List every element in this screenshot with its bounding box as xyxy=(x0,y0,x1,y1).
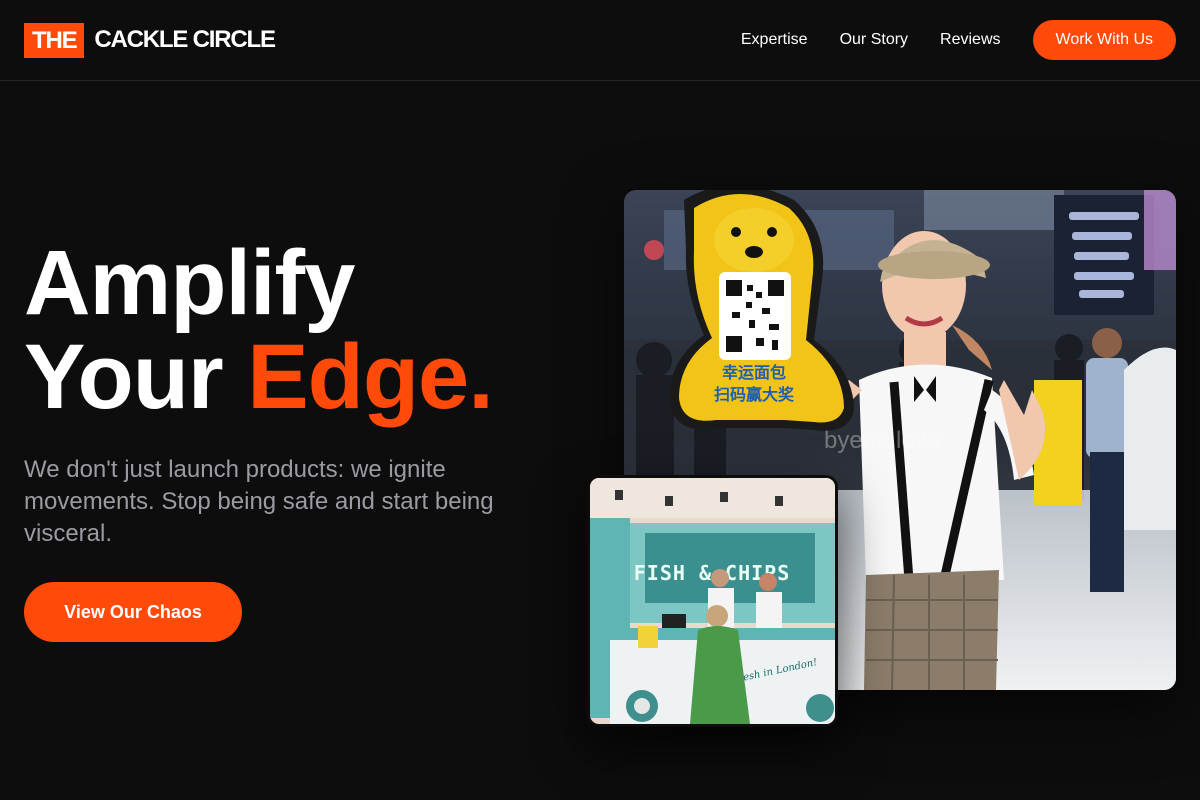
hero-photo-small: FISH & CHIPS Fresh in London! xyxy=(587,475,838,727)
nav-menu: Expertise Our Story Reviews Work With Us xyxy=(741,20,1176,60)
mascot-sign-line-1: 幸运面包 xyxy=(722,363,786,382)
view-our-chaos-button[interactable]: View Our Chaos xyxy=(24,582,242,642)
hero-subtext: We don't just launch products: we ignite… xyxy=(24,456,494,547)
mascot-sign-line-2: 扫码赢大奖 xyxy=(714,385,795,404)
nav-link-our-story[interactable]: Our Story xyxy=(840,31,908,49)
work-with-us-button[interactable]: Work With Us xyxy=(1032,20,1176,60)
headline-line-2a: Your xyxy=(24,326,248,428)
logo-mark: THE xyxy=(24,22,85,58)
headline-line-1: Amplify xyxy=(24,232,355,334)
top-nav: THE CACKLE CIRCLE Expertise Our Story Re… xyxy=(0,0,1200,81)
nav-link-expertise[interactable]: Expertise xyxy=(741,31,808,49)
headline-accent: Edge. xyxy=(247,326,493,428)
photo-watermark: byena.love xyxy=(824,427,940,454)
logo-text: CACKLE CIRCLE xyxy=(94,26,276,53)
hero-headline: Amplify Your Edge. xyxy=(24,236,494,424)
logo[interactable]: THE CACKLE CIRCLE xyxy=(24,22,276,58)
nav-link-reviews[interactable]: Reviews xyxy=(940,31,1000,49)
